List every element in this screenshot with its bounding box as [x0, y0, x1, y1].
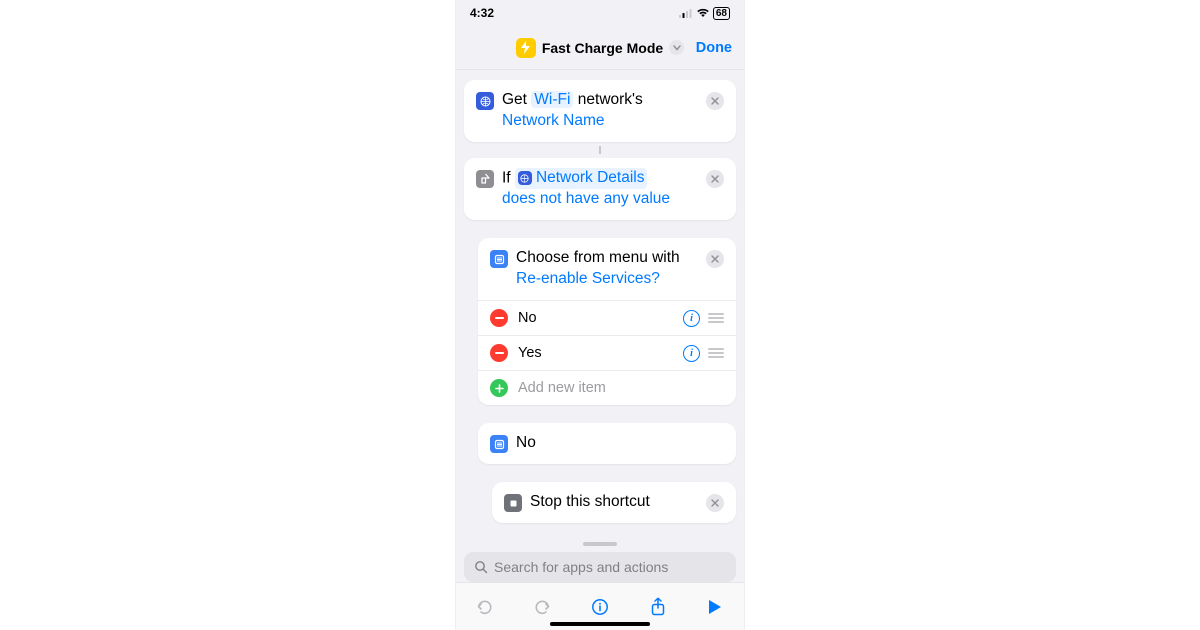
menu-icon — [490, 250, 508, 268]
nav-title-group[interactable]: Fast Charge Mode — [516, 38, 684, 58]
bolt-icon — [516, 38, 536, 58]
remove-item-button[interactable] — [490, 309, 508, 327]
done-button[interactable]: Done — [696, 40, 732, 56]
menu-item[interactable]: Yes i — [478, 336, 736, 371]
info-button[interactable] — [589, 596, 611, 618]
play-button[interactable] — [704, 596, 726, 618]
home-indicator[interactable] — [550, 622, 650, 626]
drag-handle-icon[interactable] — [708, 348, 724, 358]
delete-action-button[interactable] — [706, 250, 724, 268]
status-bar: 4:32 68 — [456, 0, 744, 26]
info-icon[interactable]: i — [683, 310, 700, 327]
remove-item-button[interactable] — [490, 344, 508, 362]
share-button[interactable] — [647, 596, 669, 618]
search-placeholder: Search for apps and actions — [494, 559, 668, 575]
condition-token[interactable]: does not have any value — [502, 190, 670, 207]
network-name-token[interactable]: Network Name — [502, 112, 605, 129]
search-input[interactable]: Search for apps and actions — [464, 552, 736, 582]
chevron-down-icon[interactable] — [669, 40, 684, 55]
undo-button[interactable] — [474, 596, 496, 618]
action-if[interactable]: If Network Details does not have any val… — [464, 158, 736, 220]
action-get-network[interactable]: Get Wi-Fi network's Network Name — [464, 80, 736, 142]
info-icon[interactable]: i — [683, 345, 700, 362]
case-label: No — [516, 433, 724, 454]
status-time: 4:32 — [470, 6, 494, 20]
menu-icon — [490, 435, 508, 453]
wifi-token[interactable]: Wi-Fi — [531, 91, 573, 108]
shortcut-title: Fast Charge Mode — [542, 40, 663, 56]
action-text: If Network Details does not have any val… — [502, 168, 698, 210]
network-icon — [476, 92, 494, 110]
nav-bar: Fast Charge Mode Done — [456, 26, 744, 70]
plus-icon — [490, 379, 508, 397]
wifi-icon — [696, 8, 710, 18]
if-icon — [476, 170, 494, 188]
actions-scroll[interactable]: Get Wi-Fi network's Network Name If — [456, 70, 744, 536]
network-icon — [518, 171, 532, 185]
add-item-button[interactable]: Add new item — [478, 371, 736, 405]
add-item-placeholder: Add new item — [518, 380, 606, 396]
delete-action-button[interactable] — [706, 92, 724, 110]
network-details-token[interactable]: Network Details — [515, 168, 648, 189]
stop-icon — [504, 494, 522, 512]
action-text: Choose from menu with Re-enable Services… — [516, 248, 698, 290]
action-menu-case[interactable]: No — [478, 423, 736, 464]
redo-button[interactable] — [531, 596, 553, 618]
battery-icon: 68 — [713, 7, 730, 20]
menu-items-list: No i Yes i Add new item — [478, 300, 736, 405]
delete-action-button[interactable] — [706, 170, 724, 188]
drag-handle-icon[interactable] — [708, 313, 724, 323]
sheet-grabber[interactable] — [583, 542, 617, 546]
menu-item[interactable]: No i — [478, 301, 736, 336]
search-panel[interactable]: Search for apps and actions — [456, 536, 744, 582]
status-right: 68 — [679, 7, 730, 20]
flow-connector — [464, 146, 736, 154]
stop-label: Stop this shortcut — [530, 492, 698, 513]
cellular-icon — [679, 8, 693, 18]
menu-prompt-token[interactable]: Re-enable Services? — [516, 270, 660, 287]
menu-item-label: Yes — [518, 345, 673, 361]
action-stop-shortcut[interactable]: Stop this shortcut — [492, 482, 736, 523]
search-icon — [474, 560, 488, 574]
action-text: Get Wi-Fi network's Network Name — [502, 90, 698, 132]
phone-frame: 4:32 68 Fast Charge Mode Done — [455, 0, 745, 630]
action-choose-menu[interactable]: Choose from menu with Re-enable Services… — [478, 238, 736, 405]
delete-action-button[interactable] — [706, 494, 724, 512]
menu-item-label: No — [518, 310, 673, 326]
